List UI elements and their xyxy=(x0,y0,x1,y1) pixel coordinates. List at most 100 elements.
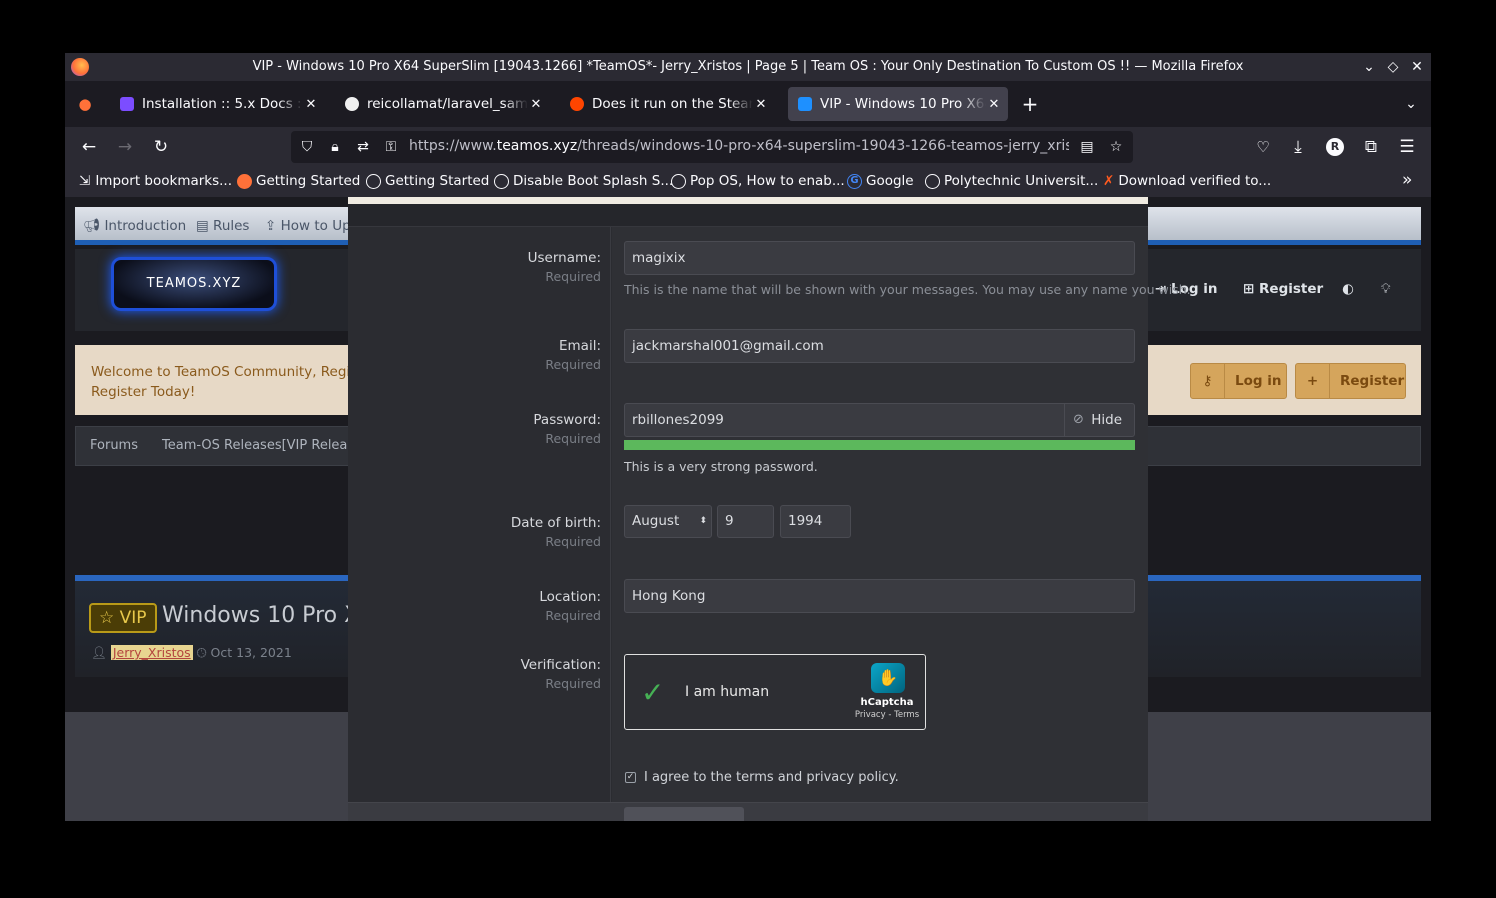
password-strength-meter xyxy=(624,440,1135,450)
account-avatar-icon[interactable]: R xyxy=(1323,135,1347,159)
window-title: VIP - Windows 10 Pro X64 SuperSlim [1904… xyxy=(252,59,1244,74)
hcaptcha-widget[interactable]: ✓ I am human ✋ hCaptcha Privacy - Terms xyxy=(624,654,926,730)
import-icon: ⇲ xyxy=(79,173,91,189)
shield-icon[interactable]: ⛉ xyxy=(297,137,317,157)
password-required: Required xyxy=(545,431,601,446)
tab-label: reicollamat/laravel_sams xyxy=(367,96,528,112)
crumb-team-os-releases[interactable]: Team-OS Releases[VIP Releases] xyxy=(162,438,374,453)
tab-teamos-active[interactable]: VIP - Windows 10 Pro X64 S ✕ xyxy=(788,87,1008,121)
bookmarks-toolbar: ⇲ Import bookmarks... Getting Started Get… xyxy=(65,167,1431,197)
bookmark-getting-started-1[interactable]: Getting Started xyxy=(237,173,360,189)
tab-close-icon[interactable]: ✕ xyxy=(986,97,1002,112)
bookmark-polytechnic[interactable]: Polytechnic Universit... xyxy=(925,173,1098,189)
tab-reddit-steam[interactable]: Does it run on the Steam D ✕ xyxy=(560,87,775,121)
dob-month-select[interactable]: August ⬍ xyxy=(624,505,712,538)
reload-icon[interactable]: ↻ xyxy=(149,135,173,159)
tab-close-icon[interactable]: ✕ xyxy=(303,97,319,112)
bookmark-pop-os[interactable]: Pop OS, How to enab... xyxy=(671,173,845,189)
header-register-link[interactable]: ⊞ Register xyxy=(1243,281,1323,297)
bookmark-star-icon[interactable]: ☆ xyxy=(1106,137,1126,157)
thread-author[interactable]: Jerry_Xristos xyxy=(110,645,193,660)
tab-label: VIP - Windows 10 Pro X64 S xyxy=(820,96,986,112)
tab-installation-docs[interactable]: Installation :: 5.x Docs :: Ba ✕ xyxy=(110,87,325,121)
location-required: Required xyxy=(545,608,601,623)
bookmark-google[interactable]: G Google xyxy=(847,173,914,189)
terms-checkbox[interactable]: ✓ xyxy=(625,772,636,783)
terms-text: I agree to the terms and privacy policy. xyxy=(644,770,899,785)
email-field[interactable]: jackmarshal001@gmail.com xyxy=(624,329,1135,363)
nav-rules[interactable]: ▤ Rules xyxy=(196,218,249,234)
tab-github-laravel[interactable]: reicollamat/laravel_sams ✕ xyxy=(335,87,550,121)
lightbulb-icon[interactable]: 💡︎ xyxy=(1381,281,1390,297)
nav-introduction[interactable]: 📢︎ Introduction xyxy=(83,218,186,234)
bookmark-label: Getting Started xyxy=(256,173,361,189)
hide-password-button[interactable]: ⊘ Hide xyxy=(1064,404,1134,436)
site-logo[interactable]: TEAMOS.XYZ xyxy=(111,257,277,311)
notice-login-button[interactable]: ⚷ Log in xyxy=(1190,363,1287,399)
modal-top-strip xyxy=(348,197,1148,204)
bookmark-disable-boot-splash[interactable]: Disable Boot Splash S... xyxy=(494,173,673,189)
username-field[interactable]: magixix xyxy=(624,241,1135,275)
extensions-icon[interactable]: ⧉ xyxy=(1359,135,1383,159)
checkmark-icon[interactable]: ✓ xyxy=(641,679,664,707)
maximize-icon[interactable]: ◇ xyxy=(1383,57,1403,77)
hcaptcha-logo-icon: ✋ xyxy=(871,663,905,693)
captcha-text: I am human xyxy=(685,684,770,700)
bookmark-label: Import bookmarks... xyxy=(95,173,233,189)
username-label: Username: xyxy=(527,250,601,266)
new-tab-icon[interactable]: + xyxy=(1018,92,1042,116)
globe-icon xyxy=(671,173,686,189)
menu-icon[interactable]: ☰ xyxy=(1395,135,1419,159)
bookmark-label: Google xyxy=(866,173,914,189)
reddit-icon xyxy=(570,97,584,111)
bookmark-getting-started-2[interactable]: Getting Started xyxy=(366,173,489,189)
crumb-forums[interactable]: Forums xyxy=(90,438,138,453)
list-tabs-icon[interactable]: ⌄ xyxy=(1399,92,1423,116)
globe-icon xyxy=(925,173,940,189)
bookmark-import[interactable]: ⇲ Import bookmarks... xyxy=(79,173,232,189)
pocket-icon[interactable]: ♡ xyxy=(1251,135,1275,159)
dob-year-field[interactable]: 1994 xyxy=(780,505,851,538)
reader-view-icon[interactable]: ▤ xyxy=(1077,137,1097,157)
downloads-icon[interactable]: ⤓ xyxy=(1286,135,1310,159)
username-hint: This is the name that will be shown with… xyxy=(624,282,1191,297)
dob-day-field[interactable]: 9 xyxy=(717,505,774,538)
location-field[interactable]: Hong Kong xyxy=(624,579,1135,613)
back-icon[interactable]: ← xyxy=(77,135,101,159)
email-required: Required xyxy=(545,357,601,372)
location-label: Location: xyxy=(539,589,601,605)
notice-register-button[interactable]: + Register xyxy=(1295,363,1406,399)
tab-label: Installation :: 5.x Docs :: Ba xyxy=(142,96,303,112)
strength-fill xyxy=(624,440,1135,450)
address-bar[interactable]: ⛉ 🔒︎ ⇄ ⚿ https://www.teamos.xyz/threads/… xyxy=(291,131,1133,163)
tab-close-icon[interactable]: ✕ xyxy=(753,97,769,112)
lock-icon[interactable]: 🔒︎ xyxy=(325,137,345,157)
close-window-icon[interactable]: ✕ xyxy=(1407,57,1427,77)
theme-toggle-icon[interactable]: ◐ xyxy=(1342,281,1354,297)
tab-close-icon[interactable]: ✕ xyxy=(528,97,544,112)
more-bookmarks-icon[interactable]: » xyxy=(1402,170,1412,190)
bookmark-label: Getting Started xyxy=(385,173,490,189)
permissions-icon[interactable]: ⇄ xyxy=(353,137,373,157)
firefox-view-icon[interactable]: ● xyxy=(73,92,97,116)
nav-how-to-upload[interactable]: ⇪ How to Up xyxy=(265,218,351,234)
url-text[interactable]: https://www.teamos.xyz/threads/windows-1… xyxy=(409,138,1069,154)
register-submit-button[interactable] xyxy=(624,807,744,821)
bookmark-download-verified[interactable]: ✗ Download verified to... xyxy=(1103,173,1271,189)
globe-icon xyxy=(494,173,509,189)
thread-title: Windows 10 Pro X xyxy=(162,603,360,628)
hcaptcha-links[interactable]: Privacy - Terms xyxy=(845,710,929,720)
google-icon: G xyxy=(847,173,862,189)
key-icon[interactable]: ⚿ xyxy=(381,137,401,157)
bookmark-label: Download verified to... xyxy=(1118,173,1272,189)
terms-agreement[interactable]: ✓ I agree to the terms and privacy policy… xyxy=(625,770,899,785)
firefox-window: VIP - Windows 10 Pro X64 SuperSlim [1904… xyxy=(65,53,1431,821)
navigation-toolbar: ← → ↻ ⛉ 🔒︎ ⇄ ⚿ https://www.teamos.xyz/th… xyxy=(65,127,1431,167)
tab-label: Does it run on the Steam D xyxy=(592,96,753,112)
forward-icon[interactable]: → xyxy=(113,135,137,159)
dob-label: Date of birth: xyxy=(510,515,601,531)
github-icon xyxy=(345,97,359,111)
tab-favicon-icon xyxy=(120,97,134,111)
password-field[interactable]: rbillones2099 ⊘ Hide xyxy=(624,403,1135,437)
minimize-icon[interactable]: ⌄ xyxy=(1359,57,1379,77)
